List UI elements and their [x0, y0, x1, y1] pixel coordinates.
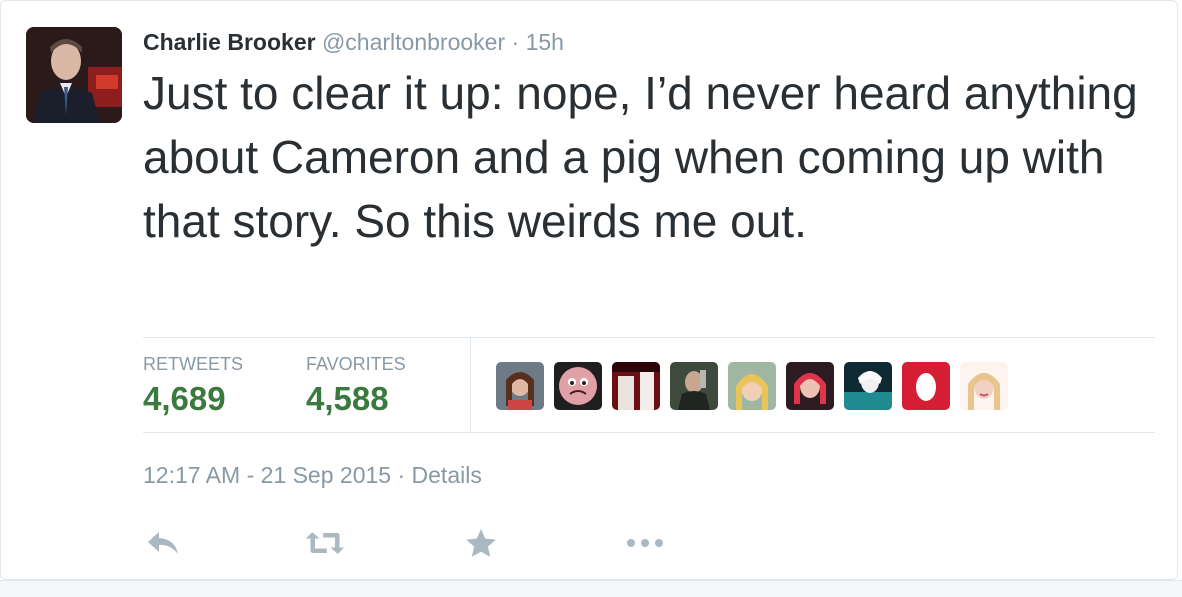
tweet-timestamp[interactable]: 12:17 AM - 21 Sep 2015 — [143, 462, 391, 488]
favorites-count: 4,588 — [306, 380, 389, 417]
retweets-label: RETWEETS — [143, 354, 244, 374]
details-separator: · — [397, 462, 406, 488]
favorites-stat[interactable]: FAVORITES 4,588 — [306, 352, 406, 420]
more-options-icon — [627, 539, 663, 547]
author-name[interactable]: Charlie Brooker — [143, 29, 316, 55]
stats-divider — [470, 338, 471, 432]
card-footer-strip — [0, 580, 1182, 597]
favorite-star-icon — [466, 529, 496, 557]
details-link[interactable]: Details — [412, 462, 482, 488]
favoriter-avatar-8[interactable] — [902, 362, 950, 410]
favoriter-avatar-5[interactable] — [728, 362, 776, 410]
header-separator: · — [511, 29, 520, 55]
favoriter-avatar-9[interactable] — [960, 362, 1008, 410]
author-avatar[interactable] — [26, 27, 122, 123]
retweets-stat[interactable]: RETWEETS 4,689 — [143, 352, 243, 420]
favorites-label: FAVORITES — [306, 354, 406, 374]
favoriter-avatar-6[interactable] — [786, 362, 834, 410]
favoriter-avatar-3[interactable] — [612, 362, 660, 410]
more-options-button[interactable] — [625, 523, 665, 563]
author-handle[interactable]: @charltonbrooker — [322, 29, 505, 55]
tweet-text: Just to clear it up: nope, I’d never hea… — [143, 67, 1138, 247]
favoriter-avatar-7[interactable] — [844, 362, 892, 410]
retweets-count: 4,689 — [143, 380, 226, 417]
retweet-button[interactable] — [305, 523, 345, 563]
tweet-header: Charlie Brooker @charltonbrooker · 15h — [143, 27, 564, 57]
retweet-icon — [305, 532, 345, 554]
favoriter-avatar-4[interactable] — [670, 362, 718, 410]
reply-button[interactable] — [143, 523, 183, 563]
tweet-card: Charlie Brooker @charltonbrooker · 15h J… — [0, 0, 1178, 580]
relative-time[interactable]: 15h — [526, 29, 564, 55]
tweet-timestamp-row: 12:17 AM - 21 Sep 2015 · Details — [143, 459, 482, 491]
favorite-button[interactable] — [461, 523, 501, 563]
reply-icon — [148, 532, 178, 554]
favoriter-avatar-1[interactable] — [496, 362, 544, 410]
favoriter-avatar-2[interactable] — [554, 362, 602, 410]
tweet-stats: RETWEETS 4,689 FAVORITES 4,588 — [143, 337, 1155, 433]
